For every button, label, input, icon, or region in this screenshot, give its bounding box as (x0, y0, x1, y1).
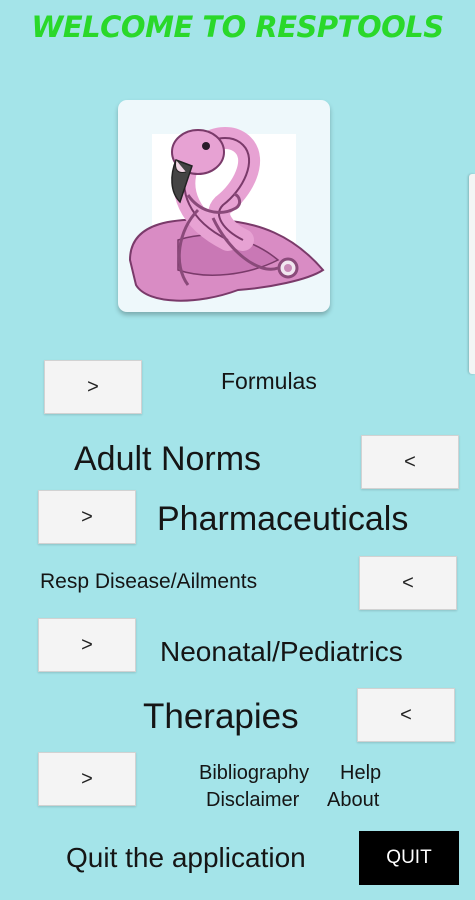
quit-button[interactable]: QUIT (359, 831, 459, 885)
bibliography-link[interactable]: Bibliography (199, 762, 309, 785)
formulas-label: Formulas (221, 368, 317, 394)
therapies-label: Therapies (143, 697, 299, 736)
resp-disease-button[interactable]: < (359, 556, 457, 610)
neonatal-label: Neonatal/Pediatrics (160, 636, 403, 667)
therapies-button[interactable]: < (357, 688, 455, 742)
scrollbar[interactable] (469, 174, 475, 374)
about-link[interactable]: About (327, 789, 379, 812)
info-button[interactable]: > (38, 752, 136, 806)
disclaimer-link[interactable]: Disclaimer (206, 789, 299, 812)
neonatal-button[interactable]: > (38, 618, 136, 672)
pharmaceuticals-label: Pharmaceuticals (157, 500, 409, 538)
formulas-button[interactable]: > (44, 360, 142, 414)
app-logo (118, 100, 330, 312)
help-link[interactable]: Help (340, 762, 381, 785)
flamingo-icon (128, 127, 325, 302)
resp-disease-label: Resp Disease/Ailments (40, 570, 258, 593)
adult-norms-label: Adult Norms (74, 440, 262, 478)
quit-label: Quit the application (66, 842, 306, 873)
pharmaceuticals-button[interactable]: > (38, 490, 136, 544)
adult-norms-button[interactable]: < (361, 435, 459, 489)
app-title: WELCOME TO RESPTOOLS (31, 10, 444, 44)
